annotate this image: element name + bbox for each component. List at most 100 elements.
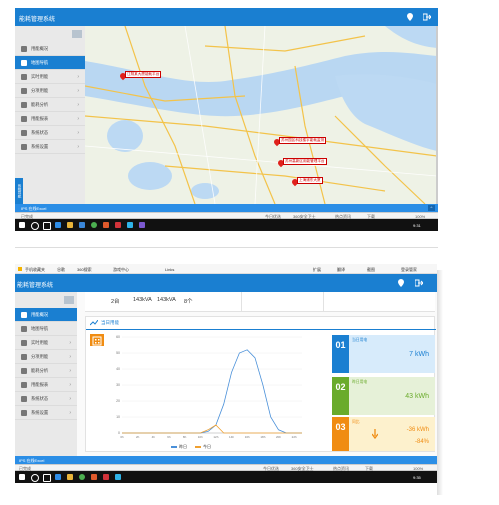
store-icon[interactable] [79,222,85,228]
location-icon[interactable] [398,279,404,287]
summary-value: 2台 [111,299,120,305]
sidebar-item[interactable]: 地图导航 [15,322,77,336]
menu-icon [21,381,27,388]
sidebar-item[interactable]: 分项用能 › [15,350,77,364]
sidebar-item[interactable]: 用能概况 [15,42,85,56]
map-marker-label[interactable]: 苏州园区科技楼宇能耗监测 [279,137,327,144]
bottom-browser-status-bar: 已完成 今日优选 360安全卫士 热点资讯 下载 100% [15,464,437,471]
chevron-right-icon: › [69,395,71,402]
map-area[interactable]: 江阴某大厦能耗平台 苏州园区科技楼宇能耗监测 苏州高新区用能管理平台 上海浦东大… [85,26,437,204]
sidebar-item[interactable]: 用能报表 › [15,378,77,392]
divider [323,292,324,312]
360-browser-icon[interactable] [91,222,97,228]
series-line[interactable] [122,349,302,434]
sidebar-item-label: 实时用能 [31,73,49,79]
sidebar-item[interactable]: 实时用能 › [15,336,77,350]
sidebar-item[interactable]: 系统设置 › [15,140,85,154]
360-browser-icon[interactable] [79,474,85,480]
sidebar-item-label: 实时用能 [31,339,49,345]
app-icon[interactable] [91,474,97,480]
y-tick-label: 20 [116,399,120,403]
sidebar-item[interactable]: 分项用能 › [15,84,85,98]
card-caption: 同比 [352,420,360,424]
task-view-icon[interactable] [43,222,51,230]
sidebar-item[interactable]: 能耗分析 › [15,364,77,378]
scroll-top-button[interactable]: ^ [428,205,435,211]
summary-value: 143kVA [157,297,176,303]
sidebar-item[interactable]: 系统设置 › [15,406,77,420]
top-browser-status-bar: 已完成 今日优选 360安全卫士 热点资讯 下载 100% [15,212,438,219]
bookmark-item[interactable]: 手机收藏夹 [25,267,45,273]
sidebar-item[interactable]: 地图导航 [15,56,85,70]
wps-icon[interactable] [115,222,121,228]
app-icon[interactable] [103,222,109,228]
list-icon [21,87,27,94]
wps-icon[interactable] [103,474,109,480]
windows-start-icon[interactable] [19,222,25,228]
chevron-right-icon: › [69,367,71,374]
sidebar-item-label: 用能概况 [31,311,49,317]
bolt-icon [21,73,27,80]
sidebar-item[interactable]: 能耗分析 › [15,98,85,112]
sidebar-toggle-button[interactable] [72,30,82,38]
bookmark-item[interactable]: 游戏中心 [113,267,129,273]
y-tick-label: 10 [116,415,120,419]
app-icon[interactable] [127,222,133,228]
location-icon[interactable] [407,13,413,21]
tray-time[interactable]: 9:35 [413,475,421,480]
top-taskbar: 9:31 [15,219,438,231]
chevron-right-icon: › [77,73,79,80]
sidebar-vertical-label[interactable]: 系统导航 [15,178,23,204]
x-tick-label: 18h [260,435,265,439]
x-tick-label: 16h [245,435,250,439]
bookmark-item[interactable]: Links [165,267,174,272]
sidebar-item[interactable]: 系统状态 › [15,392,77,406]
logout-icon[interactable] [414,279,424,287]
browser-tool[interactable]: 截图 [367,267,375,273]
sidebar-item[interactable]: 用能概况 [15,308,77,322]
windows-start-icon[interactable] [19,474,25,480]
decorative-shadow [437,270,443,495]
edge-browser-icon[interactable] [55,222,61,228]
legend-label[interactable]: 昨日 [179,444,187,450]
top-sidebar: 用能概况 地图导航 实时用能 › 分项用能 › 能耗分析 › 用能报表 › 系统状态 › 系统设置 › 系… [15,26,85,204]
menu-icon [21,311,27,318]
bookmark-icon[interactable] [18,267,22,271]
x-tick-label: 2h [136,435,140,439]
browser-tool[interactable]: 扩展 [313,267,321,273]
app-icon[interactable] [139,222,145,228]
browser-tool[interactable]: 翻译 [337,267,345,273]
sidebar-item[interactable]: 实时用能 › [15,70,85,84]
energy-line-chart[interactable]: 01020304050600h 2h 4h 6h 8h 10h 12h 14h 16h 18h 20… [108,331,308,441]
map-marker-label[interactable]: 上海浦东大厦 [297,177,323,184]
x-tick-label: 12h [213,435,218,439]
sidebar-item-label: 能耗分析 [31,367,49,373]
task-view-icon[interactable] [43,474,51,482]
folder-icon[interactable] [67,474,73,480]
sidebar-menu: 用能概况 地图导航 实时用能 › 分项用能 › 能耗分析 › 用能报表 › 系统状态 › 系统设置 › [15,308,77,428]
x-tick-label: 8h [183,435,187,439]
edge-browser-icon[interactable] [55,474,61,480]
building-icon [90,334,104,346]
sidebar-item[interactable]: 用能报表 › [15,112,85,126]
search-icon[interactable] [31,222,39,230]
sidebar-item-label: 分项用能 [31,87,49,93]
tray-time[interactable]: 9:31 [413,223,421,228]
menu-icon [21,409,27,416]
logout-icon[interactable] [422,13,432,21]
browser-tool[interactable]: 登录管家 [401,267,417,273]
search-icon[interactable] [31,474,39,482]
map-marker-label[interactable]: 苏州高新区用能管理平台 [283,158,327,165]
folder-icon[interactable] [67,222,73,228]
stat-card-yesterday: 02 昨日用电 43 kWh [332,377,435,415]
sidebar-item[interactable]: 系统状态 › [15,126,85,140]
series-line[interactable] [122,424,302,434]
legend-label[interactable]: 今日 [203,444,211,450]
bookmark-item[interactable]: 360搜索 [77,267,92,273]
app-icon[interactable] [115,474,121,480]
bookmark-item[interactable]: 谷歌 [57,267,65,273]
map-marker-label[interactable]: 江阴某大厦能耗平台 [125,71,162,78]
main-content: 2台 143kVA 143kVA 8个 当日用能 0 10 20 30 40 50 60 0h… [77,292,437,456]
sidebar-toggle-button[interactable] [64,296,74,304]
map-scrollbar[interactable] [436,26,438,204]
